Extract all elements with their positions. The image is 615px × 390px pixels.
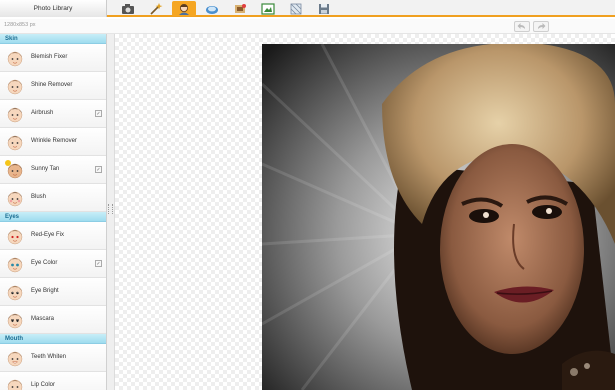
effects-sidebar: Skin Blemish Fixer Shine Remover Airbrus… bbox=[0, 34, 107, 390]
sidebar-item-label: Eye Color bbox=[31, 260, 58, 266]
face-avatar-icon bbox=[7, 107, 23, 123]
section-header-mouth: Mouth bbox=[0, 334, 106, 344]
magic-wand-icon[interactable] bbox=[144, 1, 168, 16]
sidebar-item-label: Eye Bright bbox=[31, 288, 59, 294]
sidebar-item-teeth-whiten[interactable]: Teeth Whiten bbox=[0, 344, 106, 372]
info-bar: 1280x853 px bbox=[0, 19, 615, 34]
face-avatar-icon bbox=[7, 285, 23, 301]
sidebar-item-label: Red-Eye Fix bbox=[31, 232, 65, 238]
sidebar-item-label: Mascara bbox=[31, 316, 55, 322]
sidebar-item-eye-color[interactable]: Eye Color ✓ bbox=[0, 250, 106, 278]
sidebar-item-label: Lip Color bbox=[31, 382, 56, 388]
sidebar-item-wrinkle-remover[interactable]: Wrinkle Remover bbox=[0, 128, 106, 156]
face-avatar-icon bbox=[7, 51, 23, 67]
face-avatar-icon bbox=[7, 79, 23, 95]
sidebar-item-shine-remover[interactable]: Shine Remover bbox=[0, 72, 106, 100]
face-retouch-icon[interactable] bbox=[172, 1, 196, 16]
sidebar-item-lip-color[interactable]: Lip Color bbox=[0, 372, 106, 390]
settings-checkbox[interactable]: ✓ bbox=[95, 166, 102, 173]
sidebar-item-label: Blush bbox=[31, 194, 47, 200]
face-avatar-icon bbox=[7, 313, 23, 329]
sidebar-item-red-eye-fix[interactable]: Red-Eye Fix bbox=[0, 222, 106, 250]
face-avatar-icon bbox=[7, 135, 23, 151]
face-avatar-icon bbox=[7, 191, 23, 207]
sidebar-item-label: Wrinkle Remover bbox=[31, 138, 77, 144]
sidebar-item-mascara[interactable]: Mascara bbox=[0, 306, 106, 334]
top-toolbar: Photo Library bbox=[0, 0, 615, 17]
image-overlay-icon[interactable] bbox=[256, 1, 280, 16]
sidebar-item-label: Airbrush bbox=[31, 110, 54, 116]
undo-icon[interactable] bbox=[514, 21, 530, 32]
sidebar-item-label: Blemish Fixer bbox=[31, 54, 68, 60]
save-icon[interactable] bbox=[312, 1, 336, 16]
sidebar-item-airbrush[interactable]: Airbrush ✓ bbox=[0, 100, 106, 128]
edited-photo[interactable] bbox=[262, 44, 615, 390]
settings-checkbox[interactable]: ✓ bbox=[95, 110, 102, 117]
sidebar-item-label: Shine Remover bbox=[31, 82, 73, 88]
redo-icon[interactable] bbox=[533, 21, 549, 32]
face-avatar-icon bbox=[7, 351, 23, 367]
section-header-eyes: Eyes bbox=[0, 212, 106, 222]
sidebar-item-label: Teeth Whiten bbox=[31, 354, 67, 360]
sidebar-splitter[interactable] bbox=[107, 34, 115, 390]
face-avatar-icon bbox=[7, 379, 23, 390]
camera-icon[interactable] bbox=[116, 1, 140, 16]
effects-icon[interactable] bbox=[228, 1, 252, 16]
settings-checkbox[interactable]: ✓ bbox=[95, 260, 102, 267]
section-header-skin: Skin bbox=[0, 34, 106, 44]
texture-icon[interactable] bbox=[284, 1, 308, 16]
sidebar-item-eye-bright[interactable]: Eye Bright bbox=[0, 278, 106, 306]
face-avatar-icon bbox=[5, 160, 23, 179]
face-avatar-icon bbox=[7, 257, 23, 273]
face-avatar-icon bbox=[7, 229, 23, 245]
frame-icon[interactable] bbox=[200, 1, 224, 16]
sidebar-item-blush[interactable]: Blush bbox=[0, 184, 106, 212]
sidebar-item-blemish-fixer[interactable]: Blemish Fixer bbox=[0, 44, 106, 72]
splitter-grip-icon bbox=[108, 204, 113, 214]
photo-library-tab[interactable]: Photo Library bbox=[0, 0, 107, 17]
sidebar-item-sunny-tan[interactable]: Sunny Tan ✓ bbox=[0, 156, 106, 184]
image-dimensions: 1280x853 px bbox=[4, 22, 36, 28]
sidebar-item-label: Sunny Tan bbox=[31, 166, 60, 172]
